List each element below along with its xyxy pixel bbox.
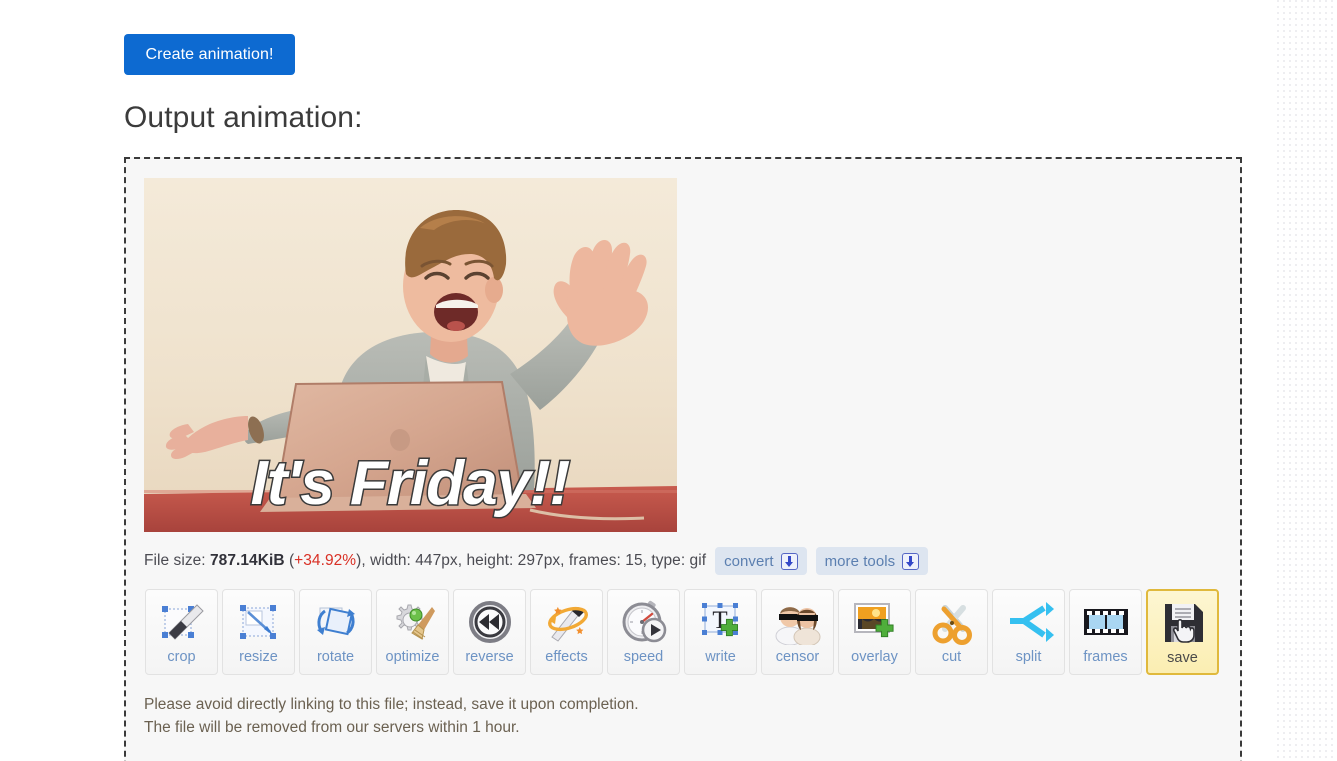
notice-line-2: The file will be removed from our server… — [144, 719, 520, 736]
rotate-icon — [307, 596, 365, 648]
save-icon — [1154, 597, 1212, 649]
tool-label: cut — [941, 649, 962, 665]
tool-button-censor[interactable]: censor — [761, 589, 834, 675]
tool-label: effects — [545, 649, 588, 665]
tool-label: censor — [775, 649, 820, 665]
more-tools-label: more tools — [824, 552, 896, 570]
tool-button-frames[interactable]: frames — [1069, 589, 1142, 675]
file-size-change: +34.92% — [294, 552, 357, 569]
tool-button-write[interactable]: T write — [684, 589, 757, 675]
tool-label: reverse — [465, 649, 514, 665]
content-column: Create animation! Output animation: It's… — [0, 0, 1276, 761]
tool-label: overlay — [851, 649, 898, 665]
tool-label: crop — [167, 649, 196, 665]
tool-button-crop[interactable]: crop — [145, 589, 218, 675]
censor-icon — [769, 596, 827, 648]
speed-icon — [615, 596, 673, 648]
tool-button-reverse[interactable]: reverse — [453, 589, 526, 675]
notice-line-1: Please avoid directly linking to this fi… — [144, 696, 639, 713]
gif-preview-image[interactable]: It's Friday!! — [144, 178, 677, 532]
tool-button-split[interactable]: split — [992, 589, 1065, 675]
write-icon: T — [692, 596, 750, 648]
file-retention-notice: Please avoid directly linking to this fi… — [144, 693, 639, 739]
page-title: Output animation: — [124, 101, 363, 134]
overlay-icon — [846, 596, 904, 648]
convert-button[interactable]: convert — [715, 547, 807, 575]
reverse-icon — [461, 596, 519, 648]
download-arrow-icon — [902, 552, 920, 570]
crop-icon — [153, 596, 211, 648]
create-animation-button[interactable]: Create animation! — [124, 34, 295, 75]
tool-label: rotate — [316, 649, 355, 665]
page-root: Create animation! Output animation: It's… — [0, 0, 1337, 761]
frame-count: frames: 15, — [568, 552, 647, 569]
optimize-icon — [384, 596, 442, 648]
tool-button-resize[interactable]: resize — [222, 589, 295, 675]
split-icon — [1000, 596, 1058, 648]
tool-label: save — [1167, 650, 1198, 666]
frames-icon — [1077, 596, 1135, 648]
image-height: height: 297px, — [466, 552, 565, 569]
more-tools-button[interactable]: more tools — [815, 547, 929, 575]
tool-label: speed — [623, 649, 664, 665]
tool-button-optimize[interactable]: optimize — [376, 589, 449, 675]
tool-label: frames — [1083, 649, 1128, 665]
tool-button-overlay[interactable]: overlay — [838, 589, 911, 675]
tool-button-effects[interactable]: effects — [530, 589, 603, 675]
page-background-texture — [1277, 0, 1337, 761]
tool-button-cut[interactable]: cut — [915, 589, 988, 675]
svg-text:It's Friday!!: It's Friday!! — [251, 449, 570, 518]
cut-icon — [923, 596, 981, 648]
tool-label: resize — [239, 649, 278, 665]
download-arrow-icon — [780, 552, 798, 570]
file-size-value: 787.14KiB — [210, 552, 285, 569]
tool-label: optimize — [385, 649, 440, 665]
convert-label: convert — [724, 552, 774, 570]
resize-icon — [230, 596, 288, 648]
tool-label: split — [1015, 649, 1042, 665]
paren-close: ), — [356, 552, 366, 569]
file-type: type: gif — [651, 552, 707, 569]
tool-button-rotate[interactable]: rotate — [299, 589, 372, 675]
image-width: width: 447px, — [370, 552, 463, 569]
file-size-label: File size: — [144, 552, 206, 569]
file-info-line: File size: 787.14KiB ( +34.92% ), width:… — [144, 546, 929, 576]
tool-button-speed[interactable]: speed — [607, 589, 680, 675]
tool-button-save[interactable]: save — [1146, 589, 1219, 675]
tool-label: write — [705, 649, 736, 665]
tool-button-bar: crop resize rotate optimize reverse effe… — [145, 589, 1219, 675]
effects-icon — [538, 596, 596, 648]
